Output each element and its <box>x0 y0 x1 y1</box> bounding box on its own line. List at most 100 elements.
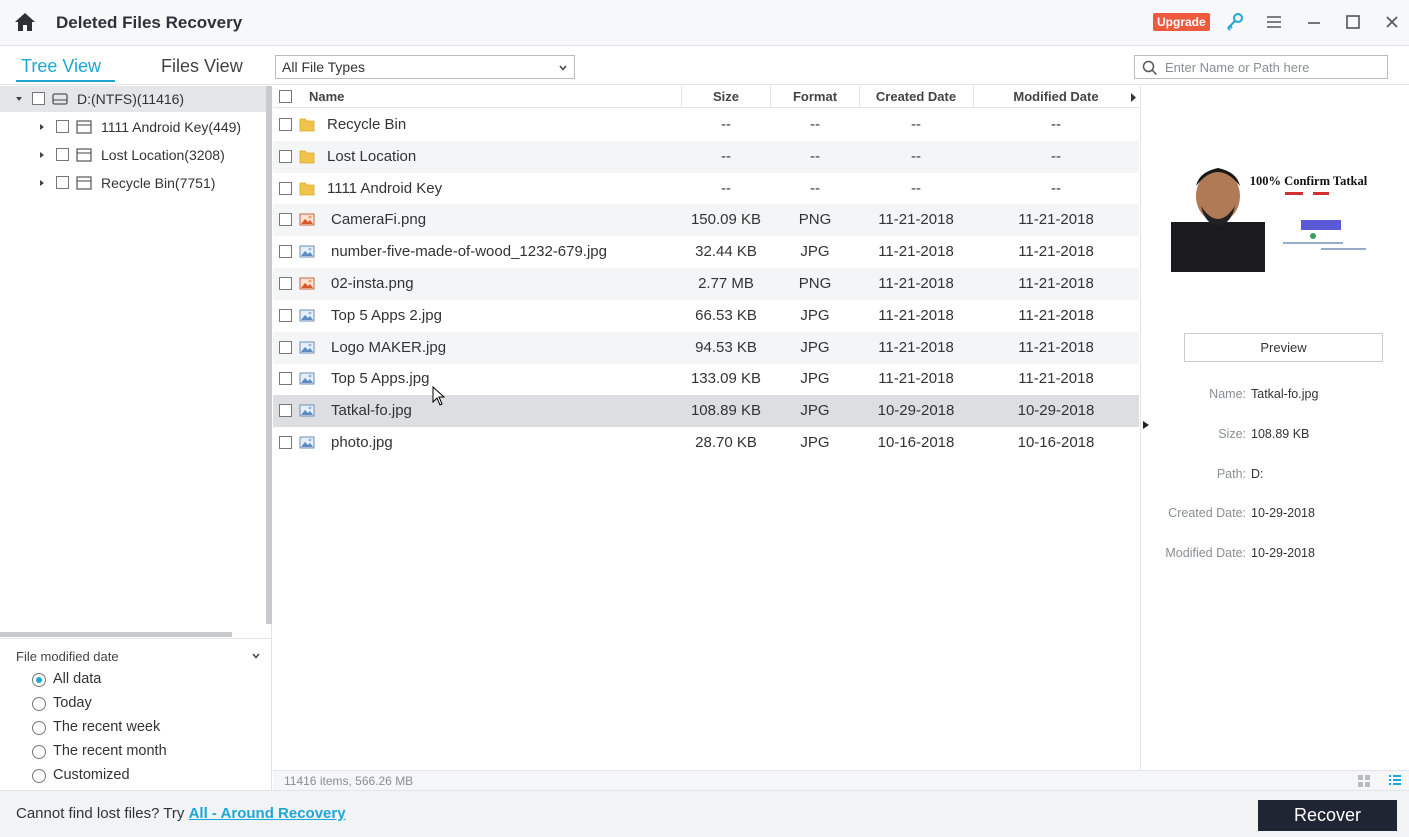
row-checkbox[interactable] <box>279 149 292 163</box>
row-checkbox[interactable] <box>279 372 292 386</box>
key-icon[interactable] <box>1225 12 1245 32</box>
tree-checkbox[interactable] <box>56 148 69 161</box>
table-row[interactable]: number-five-made-of-wood_1232-679.jpg 32.… <box>273 236 1139 268</box>
chevron-right-icon[interactable] <box>38 151 46 159</box>
filter-title: File modified date <box>16 649 119 664</box>
row-checkbox[interactable] <box>279 436 292 449</box>
menu-icon[interactable] <box>1264 12 1284 32</box>
file-type-select[interactable]: All File Types <box>275 55 575 79</box>
tree-item-android-key[interactable]: 1111 Android Key(449) <box>0 114 266 140</box>
file-modified-date: -- <box>1051 179 1061 197</box>
radio-button[interactable] <box>32 745 46 759</box>
select-all-checkbox[interactable] <box>279 90 292 103</box>
maximize-icon[interactable] <box>1343 12 1363 32</box>
column-header-name[interactable]: Name <box>309 89 344 104</box>
table-row[interactable]: 02-insta.png 2.77 MB PNG 11-21-2018 11-21-20… <box>273 268 1139 300</box>
tree-vertical-scrollbar[interactable] <box>266 86 272 624</box>
tree-item-label: D:(NTFS)(11416) <box>77 91 185 107</box>
radio-button[interactable] <box>32 769 46 783</box>
file-format: JPG <box>800 434 830 451</box>
all-around-recovery-link[interactable]: All - Around Recovery <box>189 805 346 822</box>
file-created-date: 11-21-2018 <box>878 338 954 356</box>
file-name: 02-insta.png <box>331 275 414 292</box>
row-checkbox[interactable] <box>279 308 292 322</box>
column-header-format[interactable]: Format <box>770 89 860 104</box>
table-row[interactable]: Top 5 Apps 2.jpg 66.53 KB JPG 11-21-2018 11-… <box>273 300 1139 332</box>
row-checkbox[interactable] <box>279 404 292 418</box>
scroll-columns-icon[interactable] <box>1130 93 1137 102</box>
radio-label: The recent week <box>53 719 161 735</box>
row-checkbox[interactable] <box>279 118 292 131</box>
table-row[interactable]: Recycle Bin -- -- -- -- <box>273 109 1139 141</box>
radio-button[interactable] <box>32 721 46 735</box>
active-tab-indicator <box>16 80 115 82</box>
table-row[interactable]: 1111 Android Key -- -- -- -- <box>273 173 1139 205</box>
close-icon[interactable] <box>1382 12 1402 32</box>
chevron-down-icon[interactable] <box>252 652 260 660</box>
tree-item-lost-location[interactable]: Lost Location(3208) <box>0 142 266 168</box>
row-checkbox[interactable] <box>279 340 292 354</box>
radio-button[interactable] <box>32 697 46 711</box>
tab-files-view[interactable]: Files View <box>161 56 243 77</box>
recover-button[interactable]: Recover <box>1258 800 1397 831</box>
radio-label: Customized <box>53 767 130 783</box>
tree-item-recycle-bin[interactable]: Recycle Bin(7751) <box>0 170 266 196</box>
radio-button[interactable] <box>32 673 46 687</box>
minimize-icon[interactable] <box>1304 12 1324 32</box>
file-size: 133.09 KB <box>690 370 762 388</box>
table-row[interactable]: Top 5 Apps.jpg 133.09 KB JPG 11-21-2018 11-2… <box>273 363 1139 395</box>
file-name: 1111 Android Key <box>327 179 443 197</box>
tree-checkbox[interactable] <box>56 120 69 133</box>
chevron-down-icon[interactable] <box>15 95 23 103</box>
jpg-image-icon <box>299 245 315 258</box>
chevron-down-icon <box>559 65 567 71</box>
file-modified-date: 11-21-2018 <box>1018 338 1094 356</box>
column-header-modified[interactable]: Modified Date <box>973 89 1139 104</box>
file-name: Lost Location <box>327 147 417 165</box>
row-checkbox[interactable] <box>279 213 292 227</box>
tree-checkbox[interactable] <box>56 176 69 189</box>
column-header-size[interactable]: Size <box>681 89 771 104</box>
radio-label: The recent month <box>53 743 167 759</box>
footer: Cannot find lost files? Try All - Around… <box>0 790 1409 837</box>
column-header-created[interactable]: Created Date <box>859 89 973 104</box>
jpg-image-icon <box>299 309 315 322</box>
file-format: -- <box>810 116 820 133</box>
file-created-date: 11-21-2018 <box>878 243 954 261</box>
file-name: Logo MAKER.jpg <box>331 338 447 356</box>
meta-value: 10-29-2018 <box>1251 506 1315 520</box>
status-bar: 11416 items, 566.26 MB <box>273 770 1409 790</box>
tree-item-label: Recycle Bin(7751) <box>101 175 216 191</box>
row-checkbox[interactable] <box>279 245 292 259</box>
meta-size: Size: 108.89 KB <box>1141 427 1409 445</box>
row-checkbox[interactable] <box>279 181 292 195</box>
table-row[interactable]: Logo MAKER.jpg 94.53 KB JPG 11-21-2018 11-21… <box>273 331 1139 364</box>
table-row[interactable]: photo.jpg 28.70 KB JPG 10-16-2018 10-16-2018 <box>273 427 1139 459</box>
chevron-right-icon[interactable] <box>38 179 46 187</box>
thumbnail-caption: 100% Confirm Tatkal <box>1249 174 1368 188</box>
table-row[interactable]: Lost Location -- -- -- -- <box>273 140 1139 173</box>
row-checkbox[interactable] <box>279 277 292 290</box>
tree-horizontal-scrollbar[interactable] <box>0 632 232 637</box>
table-row[interactable]: CameraFi.png 150.09 KB PNG 11-21-2018 11-21-… <box>273 204 1139 237</box>
table-row[interactable]: Tatkal-fo.jpg 108.89 KB JPG 10-29-2018 10-29… <box>273 395 1139 428</box>
list-view-icon[interactable] <box>1388 774 1402 788</box>
grid-view-icon[interactable] <box>1357 774 1371 788</box>
tree-item-drive[interactable]: D:(NTFS)(11416) <box>0 86 266 112</box>
file-created-date: -- <box>911 116 921 133</box>
home-icon[interactable] <box>14 11 36 33</box>
file-format: PNG <box>798 211 832 229</box>
meta-key: Created Date: <box>1168 506 1246 520</box>
file-modified-date: 11-21-2018 <box>1018 370 1094 388</box>
upgrade-button[interactable]: Upgrade <box>1153 13 1210 31</box>
preview-panel: 100% Confirm Tatkal Preview Name: Tatkal… <box>1140 86 1409 770</box>
file-size: 2.77 MB <box>698 275 754 292</box>
meta-value: D: <box>1251 467 1264 481</box>
tree-checkbox[interactable] <box>32 92 45 105</box>
footer-prompt: Cannot find lost files? Try All - Around… <box>16 805 346 822</box>
chevron-right-icon[interactable] <box>38 123 46 131</box>
search-input[interactable] <box>1165 58 1381 76</box>
tab-tree-view[interactable]: Tree View <box>21 56 101 77</box>
preview-button[interactable]: Preview <box>1184 333 1383 362</box>
file-created-date: 11-21-2018 <box>878 370 954 388</box>
